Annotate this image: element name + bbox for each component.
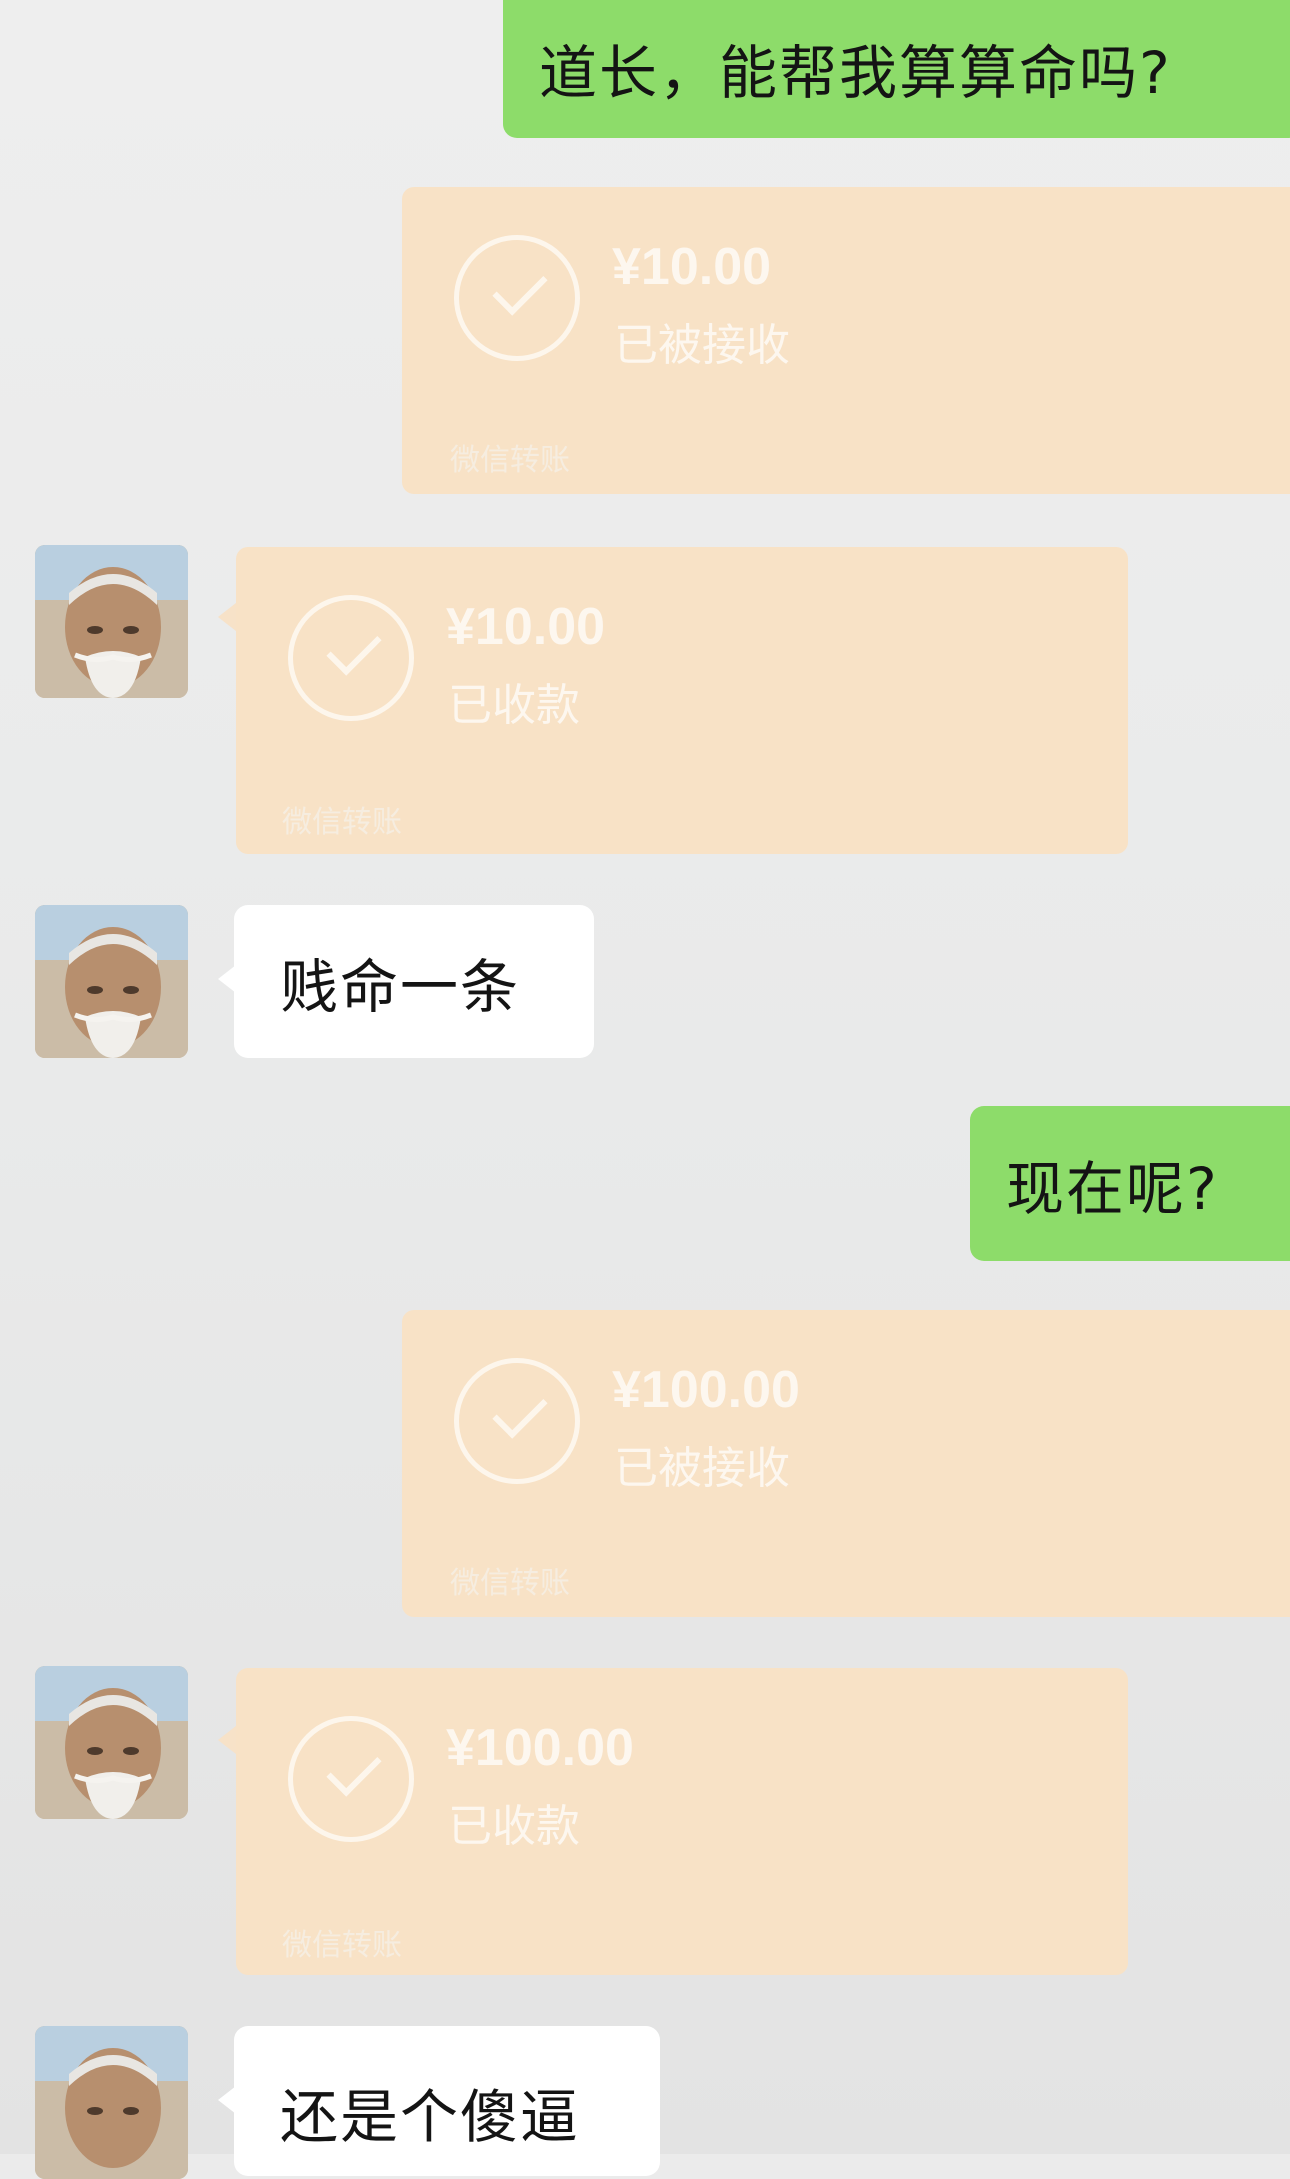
transfer-status: 已收款 [448, 680, 580, 731]
check-circle-icon [288, 595, 414, 721]
received-message-bubble[interactable]: 贱命一条 [234, 905, 594, 1058]
transfer-amount: ¥10.00 [612, 238, 772, 296]
contact-avatar[interactable] [35, 905, 188, 1058]
contact-avatar[interactable] [35, 545, 188, 698]
elder-avatar-icon [35, 905, 188, 1058]
transfer-footer: 微信转账 [450, 1566, 570, 1601]
transfer-footer: 微信转账 [450, 443, 570, 478]
transfer-footer: 微信转账 [282, 805, 402, 840]
sent-message-bubble[interactable]: 现在呢? [970, 1106, 1290, 1261]
bubble-tail [218, 603, 236, 631]
transfer-card-received[interactable]: ¥100.00 已收款 微信转账 [236, 1668, 1128, 1975]
message-text: 道长，能帮我算算命吗? [539, 39, 1172, 107]
transfer-card-sent[interactable]: ¥100.00 已被接收 微信转账 [402, 1310, 1290, 1617]
check-circle-icon [454, 235, 580, 361]
chat-area[interactable]: 道长，能帮我算算命吗? ¥10.00 已被接收 微信转账 ¥10.00 已收款 … [0, 0, 1290, 2179]
message-text: 现在呢? [1006, 1154, 1219, 1223]
transfer-footer: 微信转账 [282, 1928, 402, 1963]
contact-avatar[interactable] [35, 2026, 188, 2179]
elder-avatar-icon [35, 1666, 188, 1819]
transfer-card-received[interactable]: ¥10.00 已收款 微信转账 [236, 547, 1128, 854]
bubble-tail [218, 1726, 236, 1754]
transfer-status: 已收款 [448, 1801, 580, 1852]
transfer-amount: ¥10.00 [446, 598, 606, 656]
transfer-amount: ¥100.00 [446, 1719, 634, 1777]
message-text: 还是个傻逼 [280, 2083, 581, 2151]
check-circle-icon [288, 1716, 414, 1842]
transfer-status: 已被接收 [614, 1443, 790, 1494]
contact-avatar[interactable] [35, 1666, 188, 1819]
transfer-card-sent[interactable]: ¥10.00 已被接收 微信转账 [402, 187, 1290, 494]
elder-avatar-icon [35, 2026, 188, 2179]
elder-avatar-icon [35, 545, 188, 698]
check-circle-icon [454, 1358, 580, 1484]
sent-message-bubble[interactable]: 道长，能帮我算算命吗? [503, 0, 1290, 138]
transfer-status: 已被接收 [614, 320, 790, 371]
message-text: 贱命一条 [280, 952, 521, 1021]
transfer-amount: ¥100.00 [612, 1361, 800, 1419]
